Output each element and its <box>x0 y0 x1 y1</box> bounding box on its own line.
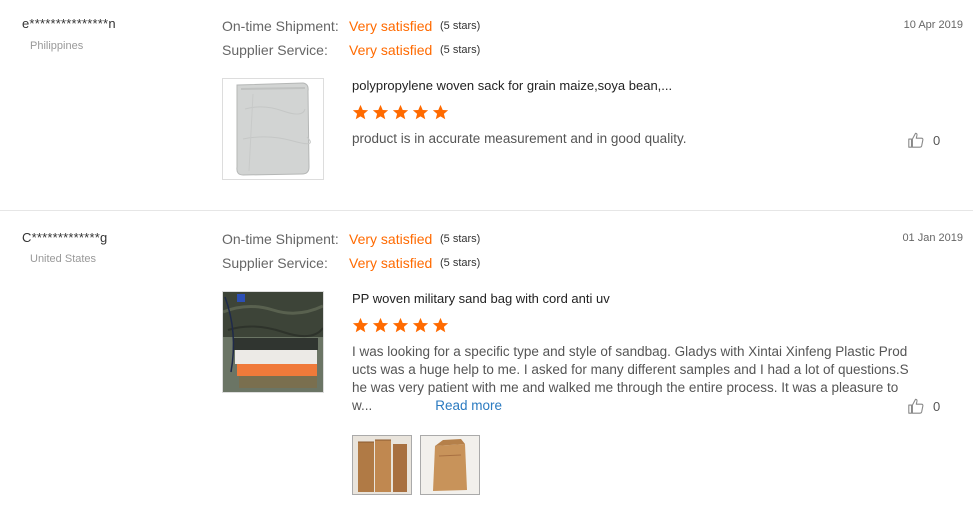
star-icon <box>412 317 429 335</box>
shipment-label: On-time Shipment: <box>222 18 339 34</box>
review-text: I was looking for a specific type and st… <box>352 343 912 415</box>
thumbs-up-icon <box>907 131 925 149</box>
shipment-label: On-time Shipment: <box>222 231 339 247</box>
product-thumbnail[interactable] <box>222 78 324 180</box>
product-title[interactable]: polypropylene woven sack for grain maize… <box>352 78 672 93</box>
star-icon <box>372 104 389 122</box>
star-icon <box>392 317 409 335</box>
reviewer-name: C*************g <box>22 230 108 245</box>
review-photo[interactable] <box>420 435 480 495</box>
shipment-value: Very satisfied <box>349 231 433 247</box>
like-count: 0 <box>933 398 941 414</box>
like-button[interactable]: 0 <box>907 131 940 149</box>
service-value: Very satisfied <box>349 42 433 58</box>
service-label: Supplier Service: <box>222 255 328 271</box>
shipment-stars: (5 stars) <box>440 233 481 245</box>
star-icon <box>352 104 369 122</box>
shipment-stars: (5 stars) <box>440 20 481 32</box>
service-value: Very satisfied <box>349 255 433 271</box>
reviewer-country: United States <box>30 253 97 265</box>
star-icon <box>352 317 369 335</box>
service-stars: (5 stars) <box>440 44 481 56</box>
review-item: C*************g United States On-time Sh… <box>0 211 973 520</box>
review-date: 01 Jan 2019 <box>902 232 963 244</box>
product-title[interactable]: PP woven military sand bag with cord ant… <box>352 291 610 306</box>
star-icon <box>392 104 409 122</box>
star-icon <box>372 317 389 335</box>
reviewer-name: e***************n <box>22 16 116 31</box>
review-item: e***************n Philippines On-time Sh… <box>0 0 973 211</box>
service-stars: (5 stars) <box>440 257 481 269</box>
like-count: 0 <box>933 132 941 148</box>
star-rating <box>352 317 449 335</box>
star-icon <box>432 104 449 122</box>
review-date: 10 Apr 2019 <box>903 19 963 31</box>
star-icon <box>432 317 449 335</box>
shipment-value: Very satisfied <box>349 18 433 34</box>
thumbs-up-icon <box>907 397 925 415</box>
star-rating <box>352 104 449 122</box>
review-text: product is in accurate measurement and i… <box>352 131 687 146</box>
like-button[interactable]: 0 <box>907 397 940 415</box>
star-icon <box>412 104 429 122</box>
service-label: Supplier Service: <box>222 42 328 58</box>
product-thumbnail[interactable] <box>222 291 324 393</box>
review-photo[interactable] <box>352 435 412 495</box>
read-more-link[interactable]: Read more <box>435 398 502 413</box>
reviewer-country: Philippines <box>30 40 84 52</box>
